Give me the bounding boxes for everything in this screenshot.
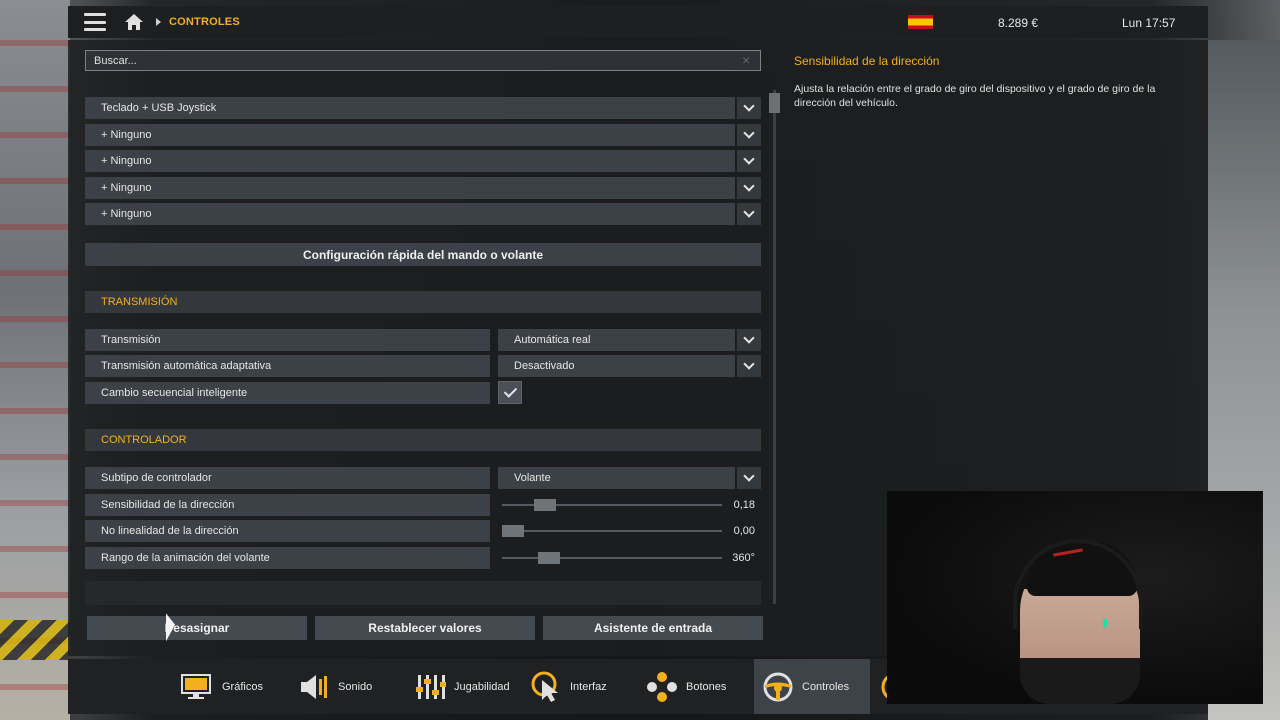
chevron-down-icon	[743, 332, 755, 344]
checkmark-icon	[503, 384, 517, 398]
breadcrumb-arrow-icon	[156, 18, 161, 26]
smart-sequential-checkbox[interactable]	[498, 381, 522, 404]
device-primary-row[interactable]: Teclado + USB Joystick	[85, 97, 735, 119]
device-extra-row[interactable]: + Ninguno	[85, 124, 735, 146]
slider-thumb[interactable]	[537, 552, 560, 564]
device-extra-label: + Ninguno	[101, 182, 152, 194]
controller-subtype-select[interactable]: Volante	[498, 467, 735, 489]
select-value: Automática real	[514, 334, 591, 346]
chevron-down-icon	[743, 100, 755, 112]
tab-label: Controles	[802, 680, 850, 693]
spain-flag-icon	[908, 15, 933, 29]
controller-subtype-dropdown[interactable]	[737, 467, 761, 489]
transmission-select[interactable]: Automática real	[498, 329, 735, 351]
chevron-down-icon	[743, 127, 755, 139]
setting-label-text: No linealidad de la dirección	[101, 525, 239, 537]
settings-scrollbar[interactable]	[773, 90, 776, 604]
tab-label: Interfaz	[570, 680, 607, 693]
tab-label: Sonido	[338, 680, 373, 693]
setting-label: Subtipo de controlador	[85, 467, 490, 489]
device-extra-dropdown[interactable]	[737, 203, 761, 225]
tab-label: Jugabilidad	[454, 680, 510, 693]
transmission-dropdown[interactable]	[737, 329, 761, 351]
select-value: Desactivado	[514, 360, 575, 372]
tab-label: Botones	[686, 680, 727, 693]
reset-values-button[interactable]: Restablecer valores	[315, 616, 535, 640]
home-icon[interactable]	[124, 13, 144, 31]
info-description: Ajusta la relación entre el grado de gir…	[794, 83, 1156, 109]
device-extra-row[interactable]: + Ninguno	[85, 150, 735, 172]
cursor-icon	[531, 671, 558, 702]
section-header-transmission: TRANSMISIÓN	[85, 291, 761, 313]
slider-value: 0,18	[733, 499, 755, 511]
device-extra-label: + Ninguno	[101, 129, 152, 141]
chevron-down-icon	[743, 180, 755, 192]
tab-label: Gráficos	[222, 680, 263, 693]
search-input[interactable]	[85, 50, 761, 71]
quick-setup-button[interactable]: Configuración rápida del mando o volante	[85, 243, 761, 266]
device-extra-label: + Ninguno	[101, 155, 152, 167]
section-header-controller: CONTROLADOR	[85, 429, 761, 451]
setting-label-text: Sensibilidad de la dirección	[101, 499, 235, 511]
device-extra-dropdown[interactable]	[737, 150, 761, 172]
webcam-overlay	[887, 491, 1263, 704]
game-clock: Lun 17:57	[1122, 16, 1176, 30]
device-extra-row[interactable]: + Ninguno	[85, 203, 735, 225]
unassign-button[interactable]: Desasignar	[87, 616, 307, 640]
tab-gameplay[interactable]: Jugabilidad	[414, 659, 524, 714]
steering-wheel-icon	[763, 672, 793, 702]
device-primary-label: Teclado + USB Joystick	[101, 102, 217, 114]
setting-label-text: Transmisión	[101, 334, 161, 346]
slider-thumb[interactable]	[502, 525, 524, 537]
clear-search-icon[interactable]: ×	[742, 53, 750, 67]
setting-label-text: Cambio secuencial inteligente	[101, 387, 248, 399]
chevron-down-icon	[743, 358, 755, 370]
slider-thumb[interactable]	[534, 499, 557, 511]
steering-sensitivity-slider[interactable]	[498, 494, 722, 516]
device-extra-row[interactable]: + Ninguno	[85, 177, 735, 199]
setting-label: Cambio secuencial inteligente	[85, 382, 490, 404]
gamepad-buttons-icon	[647, 672, 677, 702]
mouse-cursor-icon	[166, 613, 175, 645]
device-extra-dropdown[interactable]	[737, 177, 761, 199]
chevron-down-icon	[743, 470, 755, 482]
slider-value: 0,00	[733, 525, 755, 537]
setting-label: Sensibilidad de la dirección	[85, 494, 490, 516]
money-display: 8.289 €	[998, 16, 1039, 30]
chevron-down-icon	[743, 206, 755, 218]
steering-nonlinearity-slider[interactable]	[498, 520, 722, 542]
device-extra-label: + Ninguno	[101, 208, 152, 220]
monitor-icon	[181, 674, 211, 699]
device-primary-dropdown[interactable]	[737, 97, 761, 119]
setting-label: Transmisión automática adaptativa	[85, 355, 490, 377]
setting-label-text: Rango de la animación del volante	[101, 552, 270, 564]
tab-buttons[interactable]: Botones	[646, 659, 746, 714]
select-value: Volante	[514, 472, 551, 484]
input-wizard-button[interactable]: Asistente de entrada	[543, 616, 763, 640]
setting-label: No linealidad de la dirección	[85, 520, 490, 542]
tab-graphics[interactable]: Gráficos	[180, 659, 290, 714]
sliders-icon	[416, 675, 446, 699]
list-bottom-fade	[85, 581, 761, 605]
tab-interface[interactable]: Interfaz	[530, 659, 630, 714]
setting-label: Rango de la animación del volante	[85, 547, 490, 569]
top-bar: CONTROLES 8.289 € Lun 17:57	[68, 6, 1208, 38]
device-extra-dropdown[interactable]	[737, 124, 761, 146]
info-title: Sensibilidad de la dirección	[794, 54, 940, 68]
setting-label-text: Subtipo de controlador	[101, 472, 212, 484]
setting-label-text: Transmisión automática adaptativa	[101, 360, 272, 372]
tab-controls[interactable]: Controles	[754, 659, 870, 714]
slider-value: 360°	[732, 552, 755, 564]
tab-sound[interactable]: Sonido	[298, 659, 398, 714]
adaptive-auto-select[interactable]: Desactivado	[498, 355, 735, 377]
background-left-wall	[0, 0, 70, 720]
menu-icon[interactable]	[84, 13, 106, 31]
chevron-down-icon	[743, 153, 755, 165]
breadcrumb: CONTROLES	[169, 16, 240, 28]
speaker-icon	[301, 675, 327, 699]
setting-label: Transmisión	[85, 329, 490, 351]
scrollbar-thumb[interactable]	[769, 93, 780, 113]
adaptive-auto-dropdown[interactable]	[737, 355, 761, 377]
wheel-animation-range-slider[interactable]	[498, 547, 722, 569]
